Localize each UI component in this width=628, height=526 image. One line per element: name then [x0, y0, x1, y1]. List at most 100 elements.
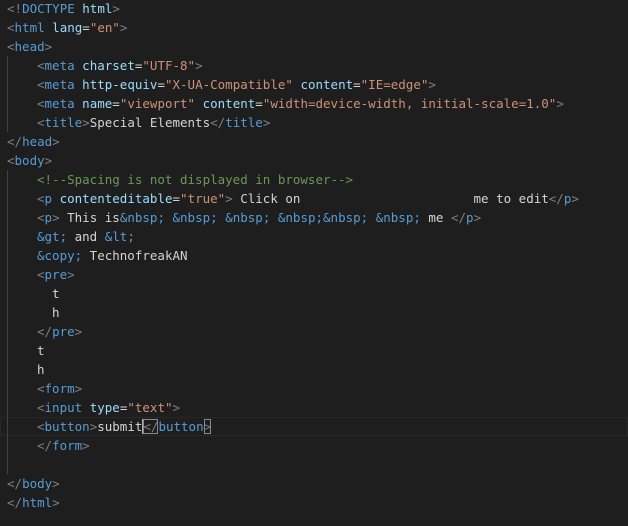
code-token: </ — [7, 134, 23, 149]
code-line-content: <meta charset="UTF-8"> — [37, 56, 203, 75]
code-line[interactable]: <body> — [0, 151, 628, 170]
code-line-content: t — [37, 341, 45, 360]
code-token: DOCTYPE — [22, 1, 75, 16]
code-line-content: </head> — [7, 132, 60, 151]
code-line-content: <button>submit</button> — [37, 417, 212, 436]
code-token: button — [158, 419, 204, 434]
code-token: < — [37, 267, 45, 282]
code-line[interactable]: <p contenteditable="true"> Click on me t… — [0, 189, 628, 208]
code-line[interactable]: <p> This is&nbsp; &nbsp; &nbsp; &nbsp;&n… — [0, 208, 628, 227]
code-line-content: <pre> — [37, 265, 75, 284]
indent-guide — [7, 341, 8, 360]
code-token: meta — [44, 77, 75, 92]
code-line[interactable]: <meta http-equiv="X-UA-Compatible" conte… — [0, 75, 628, 94]
code-token: p — [44, 210, 53, 225]
indent-guide — [7, 398, 8, 417]
code-line[interactable]: <html lang="en"> — [0, 18, 628, 37]
indent-guide — [7, 75, 8, 94]
indent-guide — [7, 265, 8, 284]
code-line[interactable]: t — [0, 284, 628, 303]
code-token: meta — [44, 58, 75, 73]
code-token: p — [44, 191, 53, 206]
code-line[interactable]: <form> — [0, 379, 628, 398]
code-token: <!--Spacing is not displayed in browser-… — [37, 172, 354, 187]
code-line[interactable]: t — [0, 341, 628, 360]
code-token: > — [52, 210, 60, 225]
code-line[interactable]: <meta charset="UTF-8"> — [0, 56, 628, 75]
code-line[interactable]: </html> — [0, 493, 628, 512]
code-line-content: <!DOCTYPE html> — [7, 0, 120, 18]
indent-guide — [7, 246, 8, 265]
code-token: "viewport" — [119, 96, 196, 111]
code-line-content: <input type="text"> — [37, 398, 180, 417]
code-line[interactable]: &copy; TechnofreakAN — [0, 246, 628, 265]
code-line[interactable]: <!DOCTYPE html> — [0, 0, 628, 18]
code-token: < — [37, 419, 45, 434]
code-token: "text" — [127, 400, 173, 415]
code-token: > — [225, 191, 233, 206]
code-token: = — [157, 77, 165, 92]
code-token: > — [82, 438, 90, 453]
code-token: <! — [7, 1, 23, 16]
code-line-content: <p contenteditable="true"> Click on me t… — [37, 189, 579, 208]
code-line[interactable]: <!--Spacing is not displayed in browser-… — [0, 170, 628, 189]
code-token: </ — [210, 115, 226, 130]
code-line[interactable]: <input type="text"> — [0, 398, 628, 417]
code-token: < — [37, 58, 45, 73]
code-token: t — [37, 286, 60, 301]
indent-guide — [7, 360, 8, 379]
code-token: </ — [37, 438, 53, 453]
code-line-content: h — [37, 303, 60, 322]
code-line[interactable]: h — [0, 303, 628, 322]
indent-guide — [7, 322, 8, 341]
code-token: charset — [82, 58, 135, 73]
code-line[interactable]: h — [0, 360, 628, 379]
code-line[interactable]: </head> — [0, 132, 628, 151]
code-token: h — [37, 362, 45, 377]
code-line[interactable]: <pre> — [0, 265, 628, 284]
code-token: body — [14, 153, 45, 168]
code-token: "true" — [180, 191, 226, 206]
code-token: html — [14, 20, 45, 35]
code-token: > — [556, 96, 564, 111]
code-token: </ — [37, 324, 53, 339]
code-token: &nbsp; — [225, 210, 271, 225]
code-token: > — [119, 20, 128, 35]
code-token: > — [203, 419, 212, 434]
code-token: > — [112, 1, 120, 16]
indent-guide — [7, 436, 8, 455]
code-token: head — [22, 134, 53, 149]
code-line-content: <p> This is&nbsp; &nbsp; &nbsp; &nbsp;&n… — [37, 208, 481, 227]
code-line[interactable]: <title>Special Elements</title> — [0, 113, 628, 132]
code-line[interactable]: &gt; and &lt; — [0, 227, 628, 246]
code-line[interactable]: </body> — [0, 474, 628, 493]
code-editor[interactable]: <!DOCTYPE html> <html lang="en"> <head> <me… — [0, 0, 628, 526]
code-token: = — [255, 96, 263, 111]
code-token: &nbsp; — [172, 210, 218, 225]
code-line[interactable]: <button>submit</button> — [0, 417, 628, 436]
code-token: me — [420, 210, 451, 225]
code-line[interactable]: <head> — [0, 37, 628, 56]
code-token: < — [37, 210, 45, 225]
code-token: < — [37, 77, 45, 92]
indent-guide — [7, 113, 8, 132]
code-line-content: <body> — [7, 151, 52, 170]
code-line[interactable]: </form> — [0, 436, 628, 455]
code-line-content: &copy; TechnofreakAN — [37, 246, 188, 265]
code-token: Click on me to edit — [232, 191, 549, 206]
code-line[interactable]: </pre> — [0, 322, 628, 341]
code-line-content: h — [37, 360, 45, 379]
code-token: "IE=edge" — [360, 77, 429, 92]
code-line[interactable] — [0, 455, 628, 474]
code-line-content: <!--Spacing is not displayed in browser-… — [37, 170, 353, 189]
code-token: content — [202, 96, 256, 111]
code-token: title — [44, 115, 83, 130]
code-line[interactable]: <meta name="viewport" content="width=dev… — [0, 94, 628, 113]
code-token: html — [22, 495, 53, 510]
code-token: "en" — [89, 20, 120, 35]
code-token: &gt; — [37, 229, 68, 244]
